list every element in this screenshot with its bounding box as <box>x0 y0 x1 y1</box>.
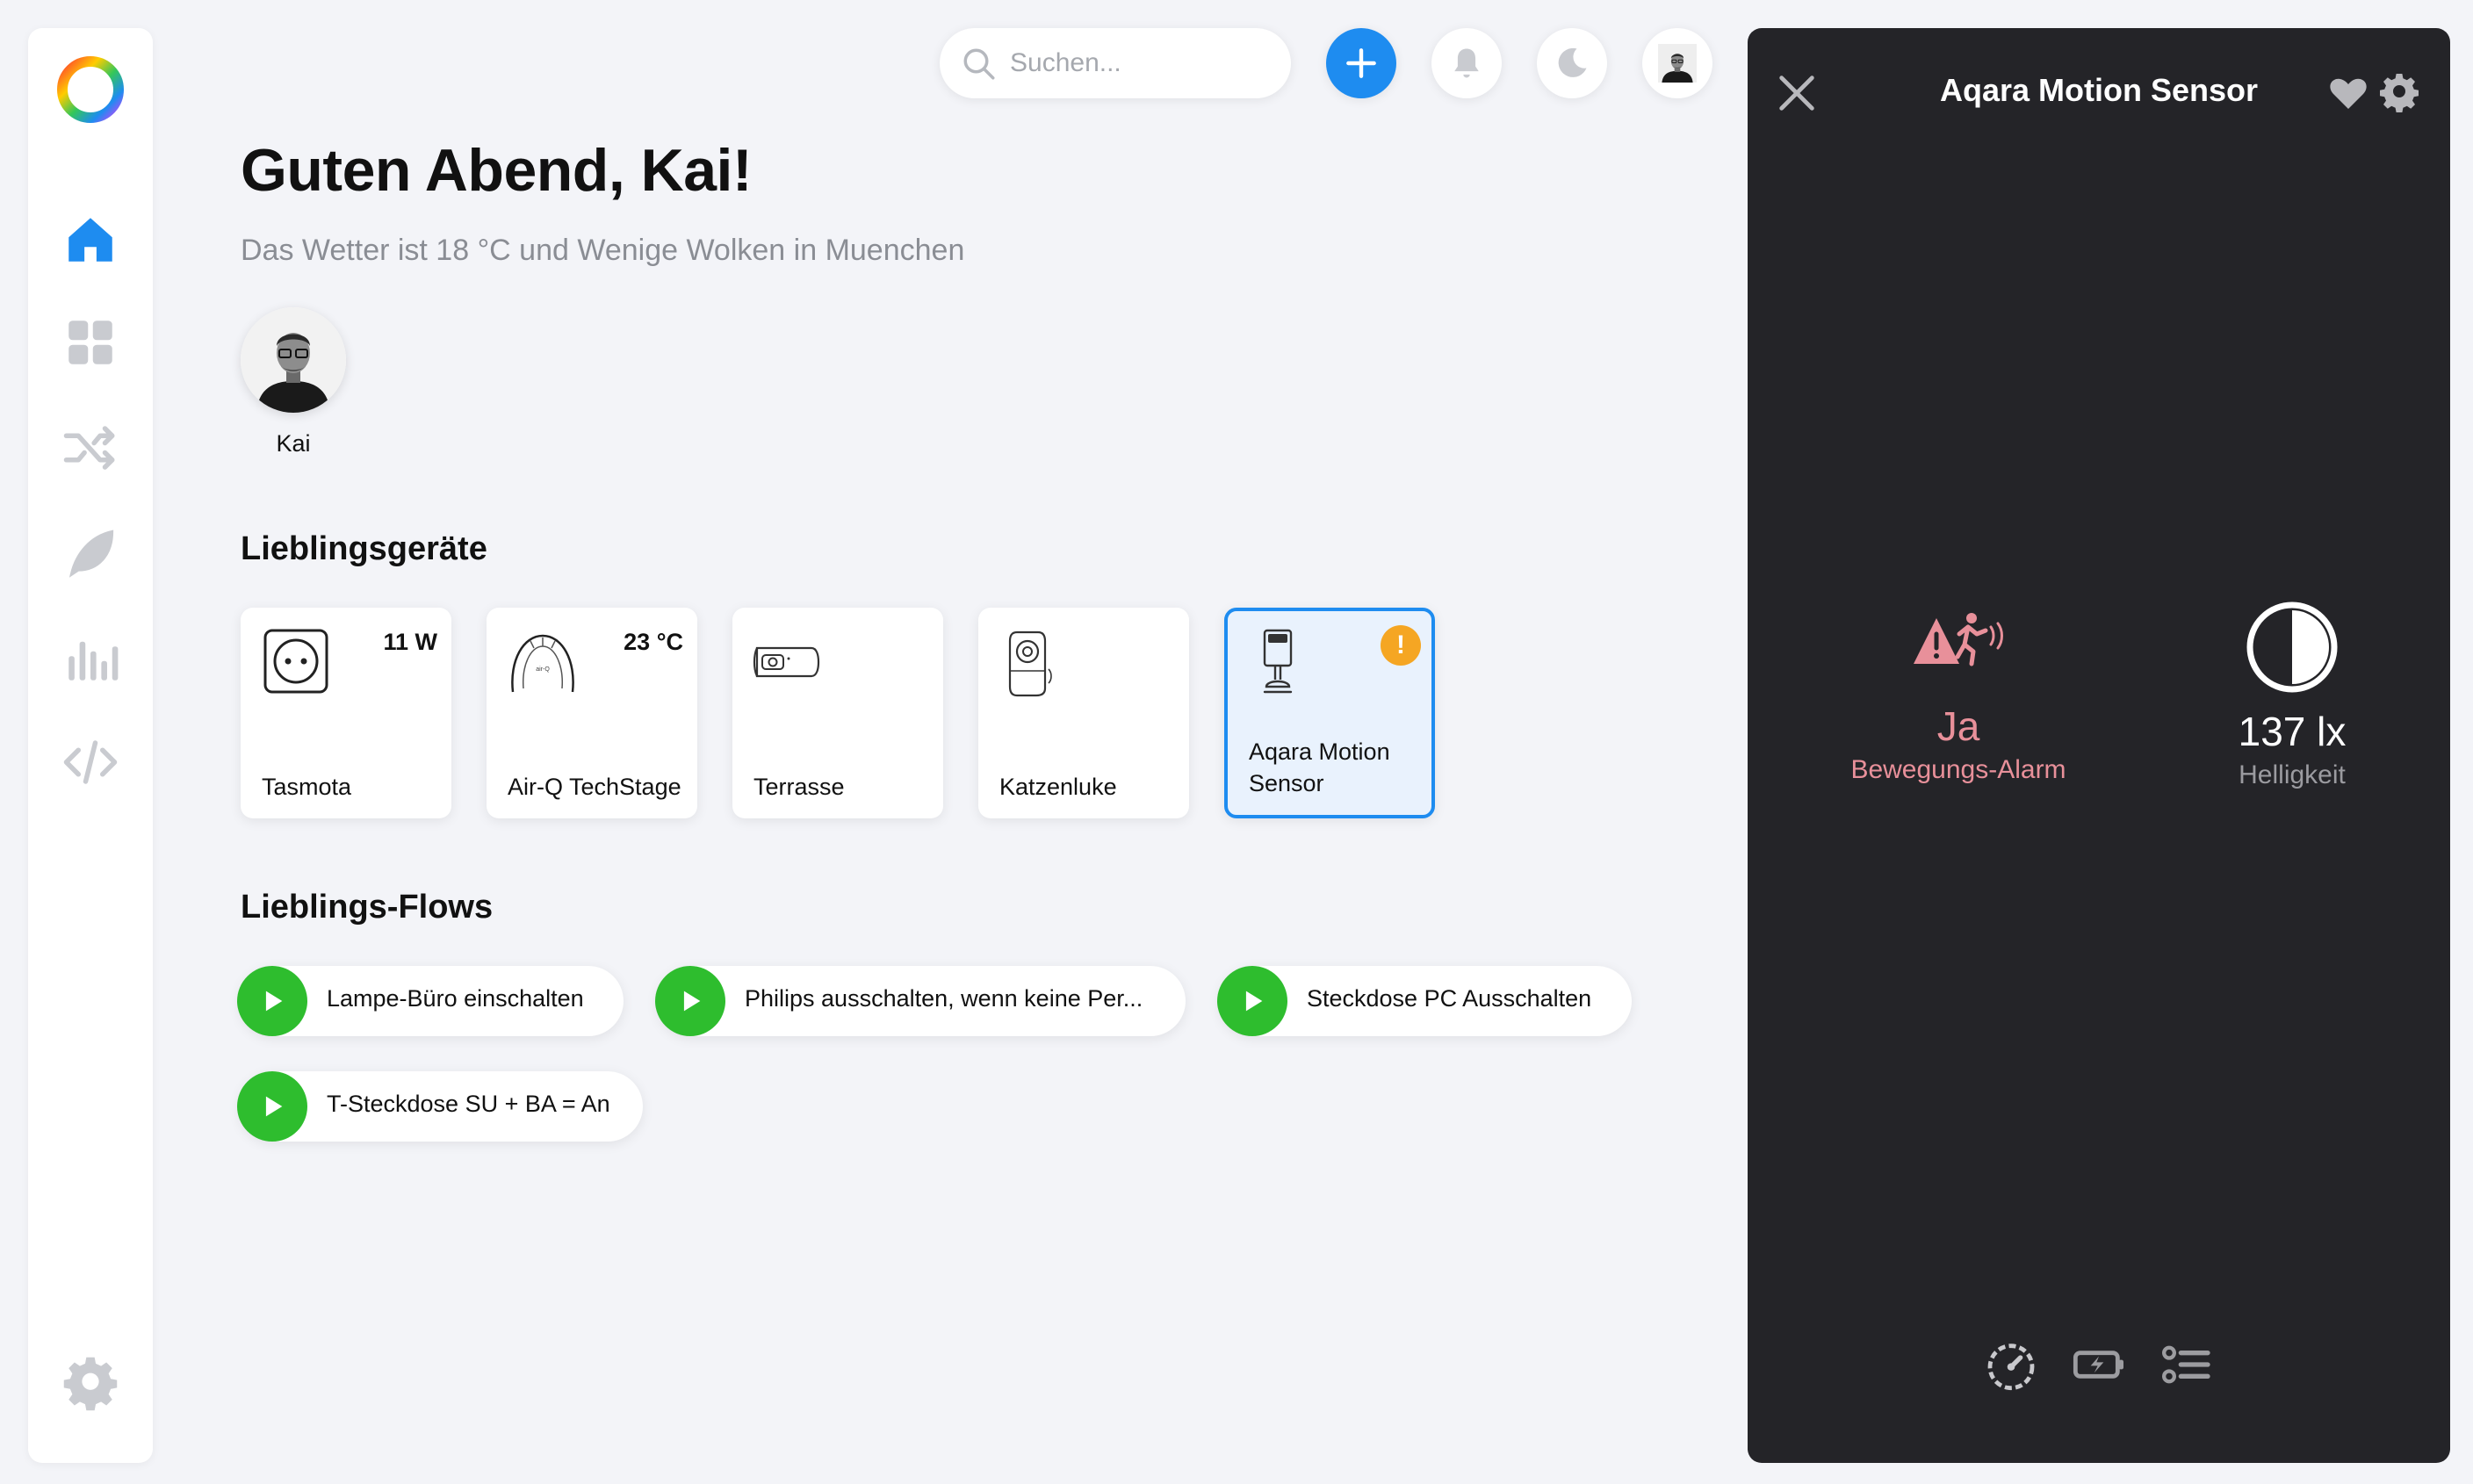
play-button[interactable] <box>237 1071 307 1142</box>
night-mode-button[interactable] <box>1537 28 1607 98</box>
sidebar-item-flows-icon[interactable] <box>59 416 122 479</box>
flow-label: Steckdose PC Ausschalten <box>1307 985 1592 1012</box>
sidebar-settings-gear-icon[interactable] <box>59 1352 122 1416</box>
alarm-value: Ja <box>1936 703 1980 749</box>
alarm-label: Bewegungs-Alarm <box>1850 755 2066 784</box>
device-name: Katzenluke <box>999 774 1117 800</box>
svg-text:air-Q: air-Q <box>536 666 550 673</box>
add-button[interactable] <box>1326 28 1396 98</box>
play-icon <box>683 991 701 1012</box>
device-name: Terrasse <box>753 774 845 800</box>
sidebar-item-home-icon[interactable] <box>59 208 122 271</box>
luminance-value: 137 lx <box>2238 709 2347 754</box>
play-button[interactable] <box>1217 966 1287 1036</box>
profile-avatar-button[interactable] <box>1642 28 1712 98</box>
warning-badge: ! <box>1381 625 1421 666</box>
search-icon <box>963 48 995 80</box>
flow-item[interactable]: Steckdose PC Ausschalten <box>1217 966 1632 1036</box>
gear-icon[interactable] <box>2378 72 2420 114</box>
sidebar-item-devices-icon[interactable] <box>59 311 122 374</box>
play-icon <box>265 991 283 1012</box>
sidebar-item-developer-icon[interactable] <box>59 731 122 794</box>
play-icon <box>265 1096 283 1117</box>
avatar <box>1658 44 1697 83</box>
device-card-tasmota[interactable]: 11 W Tasmota <box>241 608 451 818</box>
device-name: Tasmota <box>262 774 352 800</box>
device-detail-panel: Aqara Motion Sensor Ja Bewegungs-Alarm 1… <box>1748 28 2450 1463</box>
search-input[interactable] <box>1010 42 1265 84</box>
motion-alarm-capability: Ja Bewegungs-Alarm <box>1818 608 2099 785</box>
play-button[interactable] <box>655 966 725 1036</box>
flow-item[interactable]: Philips ausschalten, wenn keine Per... <box>655 966 1186 1036</box>
flow-label: Lampe-Büro einschalten <box>327 985 584 1012</box>
camera-outdoor-icon <box>753 646 820 678</box>
play-button[interactable] <box>237 966 307 1036</box>
camera-indoor-icon <box>1008 630 1052 697</box>
device-card-aqara-motion-sensor[interactable]: ! Aqara Motion Sensor <box>1224 608 1435 818</box>
device-card-air-q[interactable]: air-Q 23 °C Air-Q TechStage <box>487 608 697 818</box>
flows-title: Lieblings-Flows <box>241 889 494 926</box>
user-name: Kai <box>276 430 311 457</box>
play-icon <box>1245 991 1263 1012</box>
luminance-capability: 137 lx Helligkeit <box>2178 599 2406 790</box>
air-sensor-icon: air-Q <box>511 634 574 693</box>
plus-icon <box>1346 48 1376 78</box>
device-name: Air-Q TechStage <box>508 774 681 800</box>
device-name: Aqara Motion Sensor <box>1249 738 1390 796</box>
flow-label: T-Steckdose SU + BA = An <box>327 1091 610 1117</box>
notifications-button[interactable] <box>1431 28 1502 98</box>
device-value: 11 W <box>383 629 437 655</box>
device-card-terrasse[interactable]: Terrasse <box>732 608 943 818</box>
gauge-icon[interactable] <box>1983 1336 2039 1393</box>
luminance-icon <box>2246 602 2338 693</box>
socket-icon <box>263 629 328 694</box>
motion-sensor-icon <box>1263 629 1293 694</box>
flow-label: Philips ausschalten, wenn keine Per... <box>745 985 1143 1012</box>
battery-icon[interactable] <box>2071 1336 2127 1393</box>
user-avatar[interactable] <box>241 307 346 413</box>
moon-icon <box>1558 47 1587 77</box>
motion-alarm-icon <box>1914 613 2003 666</box>
flow-item[interactable]: Lampe-Büro einschalten <box>237 966 624 1036</box>
heart-icon[interactable] <box>2327 72 2369 114</box>
list-icon[interactable] <box>2159 1336 2215 1393</box>
flow-item[interactable]: T-Steckdose SU + BA = An <box>237 1071 643 1142</box>
luminance-label: Helligkeit <box>2239 760 2346 789</box>
sidebar <box>28 28 153 1463</box>
device-card-katzenluke[interactable]: Katzenluke <box>978 608 1189 818</box>
weather-summary: Das Wetter ist 18 °C und Wenige Wolken i… <box>241 234 965 267</box>
bell-icon <box>1454 48 1479 78</box>
homey-logo-icon[interactable] <box>54 53 127 126</box>
device-value: 23 °C <box>624 629 683 655</box>
avatar <box>241 307 346 413</box>
favorites-title: Lieblingsgeräte <box>241 530 487 567</box>
sidebar-item-insights-icon[interactable] <box>59 627 122 690</box>
homey-dashboard: Guten Abend, Kai! Das Wetter ist 18 °C u… <box>0 0 2473 1484</box>
page-title: Guten Abend, Kai! <box>241 137 753 204</box>
sidebar-item-energy-icon[interactable] <box>59 522 122 585</box>
search-box[interactable] <box>940 28 1291 98</box>
